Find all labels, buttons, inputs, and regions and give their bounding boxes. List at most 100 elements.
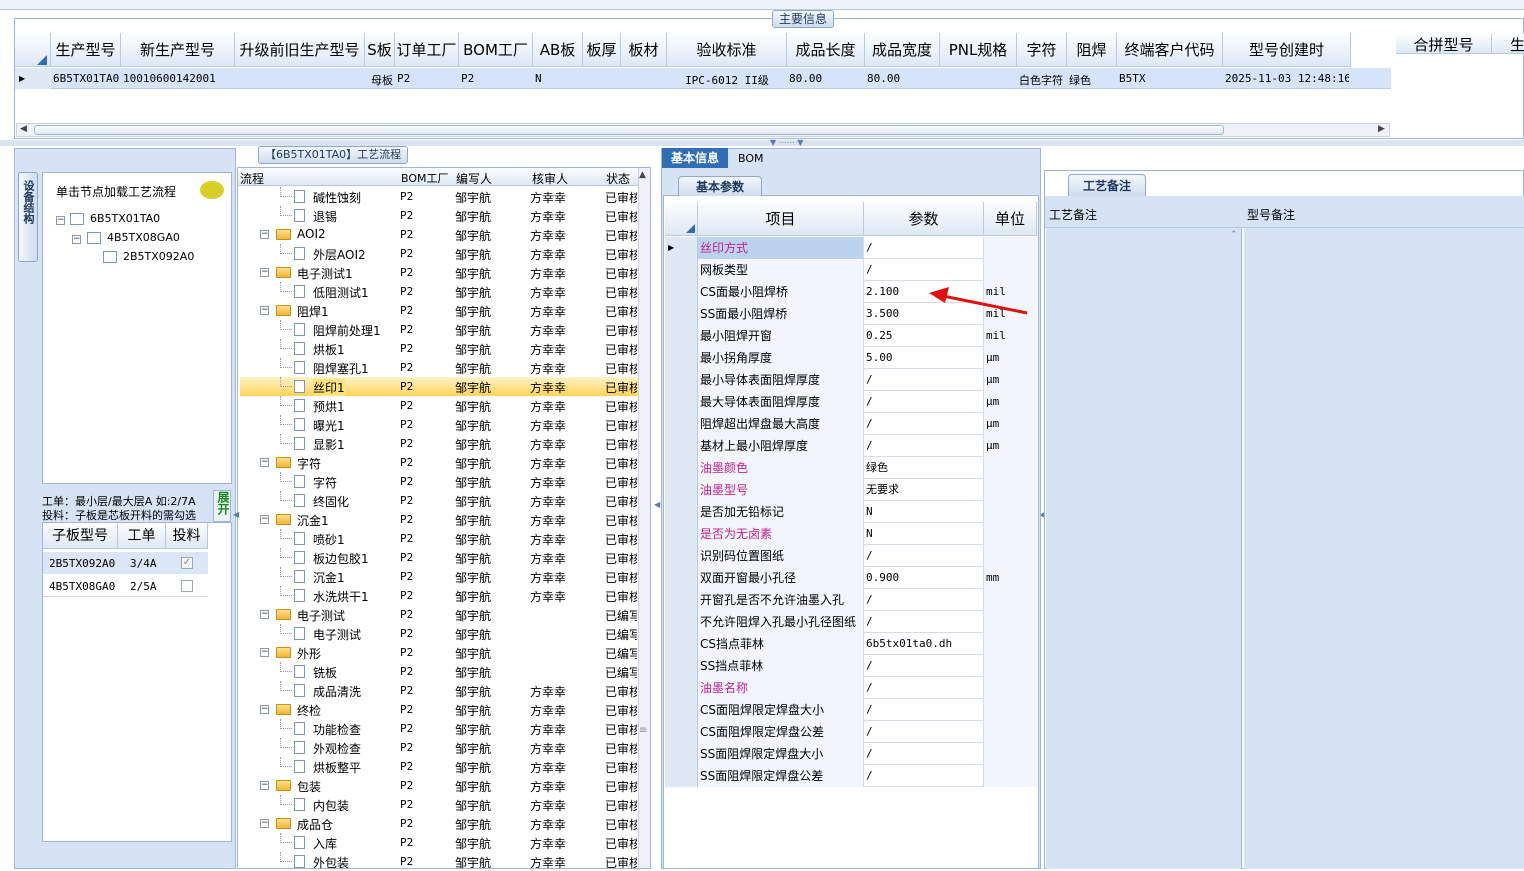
flow-bom: P2 — [400, 684, 414, 697]
document-icon — [294, 190, 305, 203]
splitter-handle-icon[interactable]: ◀ — [233, 510, 239, 519]
grid-header-merged[interactable]: 合拼型号 — [1396, 34, 1492, 54]
flow-name: 字符 — [313, 476, 338, 490]
grid-header-1[interactable]: 新生产型号 — [121, 33, 235, 67]
param-value[interactable]: 0.25 — [864, 325, 984, 347]
flow-bom: P2 — [400, 380, 414, 393]
param-value[interactable]: / — [864, 699, 984, 721]
tab-basic-info[interactable]: 基本信息 — [662, 148, 728, 168]
tree-collapse-icon[interactable]: − — [260, 819, 269, 828]
grid-header-16[interactable]: 型号创建时 — [1223, 33, 1351, 67]
tree-collapse-icon[interactable]: − — [260, 230, 269, 239]
tree-collapse-icon[interactable]: − — [260, 515, 269, 524]
detail-header-value: 参数 — [864, 202, 984, 236]
tree-collapse-icon[interactable]: − — [260, 781, 269, 790]
flow-status: 已审核 — [605, 685, 637, 699]
param-value[interactable]: N — [864, 501, 984, 523]
param-item: 双面开窗最小孔径 — [698, 567, 864, 589]
row-indicator — [665, 281, 698, 303]
grid-header-2[interactable]: 升级前旧生产型号 — [235, 33, 365, 67]
splitter[interactable] — [0, 140, 1524, 146]
grid-header-5[interactable]: BOM工厂 — [459, 33, 533, 67]
remark-process-area[interactable] — [1046, 228, 1242, 869]
param-value[interactable]: / — [864, 721, 984, 743]
tree-collapse-icon[interactable]: − — [260, 268, 269, 277]
param-value[interactable]: 5.00 — [864, 347, 984, 369]
flow-name: 低阻测试1 — [313, 286, 369, 300]
param-value[interactable]: / — [864, 435, 984, 457]
param-value[interactable]: / — [864, 413, 984, 435]
param-value[interactable]: / — [864, 589, 984, 611]
param-item: 最小拐角厚度 — [698, 347, 864, 369]
tree-collapse-icon[interactable]: − — [260, 705, 269, 714]
flow-scroll-grip-icon[interactable]: ≡ — [639, 725, 647, 736]
param-value[interactable]: / — [864, 743, 984, 765]
tree-collapse-icon[interactable]: − — [260, 306, 269, 315]
flow-status: 已审核 — [605, 324, 637, 338]
grid-header-12[interactable]: PNL规格 — [940, 33, 1017, 67]
flow-bom: P2 — [400, 627, 414, 640]
param-unit — [984, 765, 1037, 787]
param-value[interactable]: 无要求 — [864, 479, 984, 501]
feed-checkbox[interactable]: ✓ — [181, 557, 193, 569]
scroll-right-icon[interactable]: ▶ — [1378, 124, 1385, 134]
param-value[interactable]: N — [864, 523, 984, 545]
tab-basic-params[interactable]: 基本参数 — [678, 176, 762, 196]
tree-collapse-icon[interactable]: − — [260, 648, 269, 657]
param-value[interactable]: 6b5tx01ta0.dh — [864, 633, 984, 655]
flow-reviewer: 方幸幸 — [530, 552, 567, 566]
flow-reviewer: 方幸幸 — [530, 305, 567, 319]
param-value[interactable]: / — [864, 259, 984, 281]
grid-header-9[interactable]: 验收标准 — [667, 33, 787, 67]
param-value[interactable]: / — [864, 765, 984, 787]
main-grid-scroll-thumb[interactable] — [34, 125, 1224, 135]
param-value[interactable]: / — [864, 677, 984, 699]
tree-line — [280, 795, 292, 805]
splitter-handle-icon[interactable]: ◀ — [654, 500, 660, 509]
grid-header-14[interactable]: 阻焊 — [1067, 33, 1117, 67]
flow-bom: P2 — [400, 361, 414, 374]
grid-header-6[interactable]: AB板 — [533, 33, 583, 67]
tree-collapse-icon[interactable]: − — [260, 458, 269, 467]
feed-checkbox[interactable] — [181, 580, 193, 592]
tab-bom[interactable]: BOM — [738, 152, 764, 165]
flow-scroll-up-icon[interactable]: ▲ — [639, 170, 646, 180]
grid-header-11[interactable]: 成品宽度 — [865, 33, 940, 67]
param-value[interactable]: 0.900 — [864, 567, 984, 589]
flow-bom: P2 — [400, 285, 414, 298]
flow-status: 已审核 — [605, 533, 637, 547]
param-value[interactable]: / — [864, 611, 984, 633]
grid-header-13[interactable]: 字符 — [1017, 33, 1067, 67]
param-value[interactable]: / — [864, 655, 984, 677]
scroll-left-icon[interactable]: ◀ — [20, 124, 27, 134]
grid-header-0[interactable]: 生产型号 — [51, 33, 121, 67]
param-value[interactable]: / — [864, 237, 984, 259]
tree-node[interactable]: 6B5TX01TA0 — [90, 212, 160, 225]
param-value[interactable]: 绿色 — [864, 457, 984, 479]
flow-scrollbar[interactable] — [638, 168, 650, 868]
flow-reviewer: 方幸幸 — [530, 419, 567, 433]
document-icon — [294, 285, 305, 298]
grid-header-4[interactable]: 订单工厂 — [395, 33, 459, 67]
param-value[interactable]: / — [864, 391, 984, 413]
row-indicator-icon[interactable]: ▶ — [15, 68, 51, 89]
flow-status: 已审核 — [605, 571, 637, 585]
tree-collapse-icon[interactable]: − — [260, 610, 269, 619]
grid-header-more[interactable]: 生 — [1492, 34, 1524, 54]
remark-scroll-icon[interactable]: ⌃ — [1230, 230, 1238, 240]
grid-header-7[interactable]: 板厚 — [583, 33, 621, 67]
param-value[interactable]: / — [864, 369, 984, 391]
grid-header-10[interactable]: 成品长度 — [787, 33, 865, 67]
expand-button[interactable]: 展开 — [213, 490, 231, 522]
tree-collapse-icon[interactable]: − — [72, 235, 81, 244]
grid-header-3[interactable]: S板 — [365, 33, 395, 67]
tree-collapse-icon[interactable]: − — [56, 216, 65, 225]
grid-header-15[interactable]: 终端客户代码 — [1117, 33, 1223, 67]
tree-node[interactable]: 2B5TX092A0 — [123, 250, 194, 263]
tab-process-remark[interactable]: 工艺备注 — [1068, 174, 1146, 196]
flow-reviewer: 方幸幸 — [530, 324, 567, 338]
tree-node[interactable]: 4B5TX08GA0 — [107, 231, 180, 244]
param-value[interactable]: / — [864, 545, 984, 567]
remark-model-area[interactable] — [1244, 228, 1524, 869]
grid-header-8[interactable]: 板材 — [621, 33, 667, 67]
